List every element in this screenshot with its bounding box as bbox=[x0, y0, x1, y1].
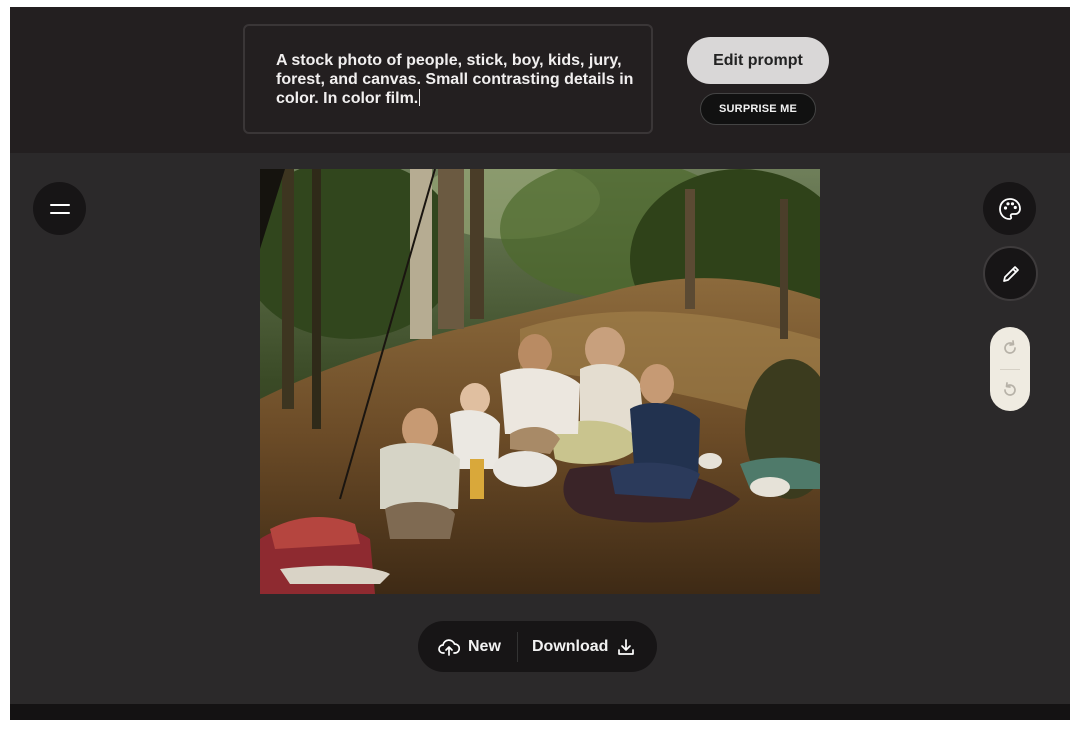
menu-button[interactable] bbox=[33, 182, 86, 235]
new-button[interactable]: New bbox=[438, 621, 501, 672]
undo-icon bbox=[1004, 382, 1016, 396]
pencil-icon bbox=[1002, 265, 1019, 282]
action-divider bbox=[517, 632, 518, 662]
photo-illustration bbox=[260, 169, 820, 594]
image-action-bar: New Download bbox=[418, 621, 657, 672]
redo-button[interactable] bbox=[990, 327, 1030, 369]
app-window: A stock photo of people, stick, boy, kid… bbox=[10, 7, 1070, 720]
top-bar: A stock photo of people, stick, boy, kid… bbox=[10, 7, 1070, 153]
surprise-me-button[interactable]: SURPRISE ME bbox=[700, 93, 816, 125]
new-label: New bbox=[468, 637, 501, 655]
text-caret bbox=[419, 89, 421, 106]
redo-icon bbox=[1004, 340, 1016, 354]
hamburger-menu-icon bbox=[49, 203, 70, 214]
download-icon bbox=[618, 638, 635, 655]
palette-button[interactable] bbox=[983, 182, 1036, 235]
prompt-input[interactable]: A stock photo of people, stick, boy, kid… bbox=[243, 24, 653, 134]
undo-button[interactable] bbox=[990, 369, 1030, 411]
history-controls bbox=[990, 327, 1030, 411]
edit-prompt-button[interactable]: Edit prompt bbox=[687, 37, 829, 84]
prompt-text: A stock photo of people, stick, boy, kid… bbox=[276, 52, 634, 107]
edit-pencil-button[interactable] bbox=[983, 246, 1038, 301]
palette-icon bbox=[998, 197, 1021, 220]
generated-image bbox=[260, 169, 820, 594]
cloud-upload-icon bbox=[438, 638, 460, 656]
download-button[interactable]: Download bbox=[532, 621, 636, 672]
download-label: Download bbox=[532, 637, 609, 655]
footer-strip bbox=[10, 704, 1070, 720]
